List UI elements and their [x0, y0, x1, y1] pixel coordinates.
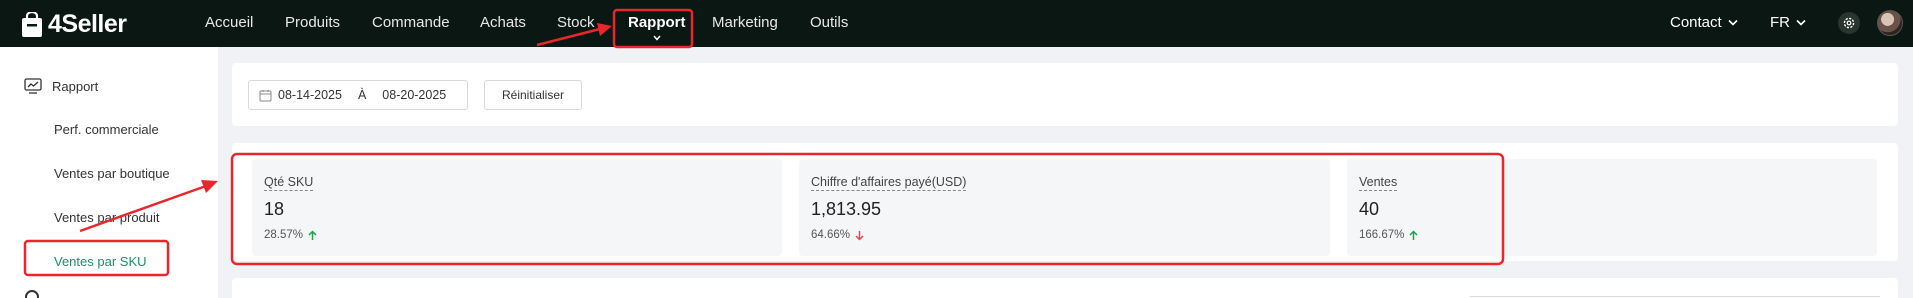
nav-item-commande[interactable]: Commande [372, 14, 450, 31]
stat-change: 28.57% [264, 229, 317, 241]
chevron-down-icon [1796, 19, 1806, 26]
app-root: 4Seller Accueil Produits Commande Achats… [0, 0, 1913, 298]
table-toolbar-edge [1470, 296, 1880, 297]
user-avatar[interactable] [1877, 10, 1903, 36]
chevron-down-icon [653, 35, 661, 41]
contact-menu[interactable]: Contact [1670, 14, 1738, 31]
sidebar-section-rapport[interactable]: Rapport [24, 78, 98, 94]
chevron-down-icon [1728, 19, 1738, 26]
nav-item-accueil[interactable]: Accueil [205, 14, 253, 31]
nav-item-produits[interactable]: Produits [285, 14, 340, 31]
stat-change-value: 28.57% [264, 229, 304, 241]
arrow-up-icon [308, 229, 317, 240]
sidebar-item-icon [25, 290, 39, 298]
stats-panel: Qté SKU 18 28.57% Chiffre d'affaires pay… [232, 143, 1898, 261]
stat-value: 18 [264, 199, 285, 219]
language-label: FR [1770, 14, 1790, 31]
stat-value: 40 [1359, 199, 1380, 219]
top-navigation-bar: 4Seller Accueil Produits Commande Achats… [0, 0, 1913, 47]
stat-label[interactable]: Ventes [1359, 175, 1398, 191]
date-separator: À [357, 88, 367, 102]
stat-card-qte-sku: Qté SKU 18 28.57% [252, 159, 782, 256]
stat-change-value: 166.67% [1359, 229, 1405, 241]
gear-icon [1843, 17, 1855, 29]
end-date[interactable]: 08-20-2025 [382, 88, 446, 102]
stat-card-chiffre-affaires: Chiffre d'affaires payé(USD) 1,813.95 64… [799, 159, 1330, 256]
nav-item-rapport-label: Rapport [628, 14, 686, 31]
filter-panel: 08-14-2025 À 08-20-2025 Réinitialiser [232, 63, 1898, 126]
reset-button[interactable]: Réinitialiser [484, 80, 582, 110]
stat-label[interactable]: Qté SKU [264, 175, 314, 191]
nav-item-marketing[interactable]: Marketing [712, 14, 778, 31]
sidebar-item-ventes-par-boutique[interactable]: Ventes par boutique [54, 166, 170, 181]
settings-button[interactable] [1838, 12, 1860, 34]
calendar-icon [259, 89, 272, 101]
sidebar-item-ventes-par-sku[interactable]: Ventes par SKU [54, 254, 147, 269]
chart-line-icon [24, 78, 42, 94]
sidebar-item-ventes-par-produit[interactable]: Ventes par produit [54, 210, 160, 225]
sidebar: Rapport Perf. commerciale Ventes par bou… [0, 47, 218, 298]
start-date[interactable]: 08-14-2025 [278, 88, 342, 102]
stat-card-ventes: Ventes 40 166.67% [1347, 159, 1877, 256]
date-range-picker[interactable]: 08-14-2025 À 08-20-2025 [248, 80, 468, 110]
stat-change: 166.67% [1359, 229, 1418, 241]
stat-label[interactable]: Chiffre d'affaires payé(USD) [811, 175, 967, 191]
nav-item-achats[interactable]: Achats [480, 14, 526, 31]
sidebar-section-label: Rapport [52, 78, 99, 94]
stat-change: 64.66% [811, 229, 864, 241]
contact-label: Contact [1670, 14, 1722, 31]
table-panel [232, 278, 1898, 298]
stat-value: 1,813.95 [811, 199, 882, 219]
sidebar-item-perf-commerciale[interactable]: Perf. commerciale [54, 122, 159, 137]
brand-logo[interactable]: 4Seller [21, 10, 127, 39]
arrow-up-icon [1409, 229, 1418, 240]
language-menu[interactable]: FR [1770, 14, 1806, 31]
nav-item-outils[interactable]: Outils [810, 14, 848, 31]
shopping-bag-icon [22, 11, 42, 37]
stat-change-value: 64.66% [811, 229, 851, 241]
nav-item-stock[interactable]: Stock [557, 14, 595, 31]
nav-item-rapport[interactable]: Rapport [628, 14, 686, 41]
arrow-down-icon [855, 230, 864, 241]
brand-name: 4Seller [48, 10, 127, 38]
